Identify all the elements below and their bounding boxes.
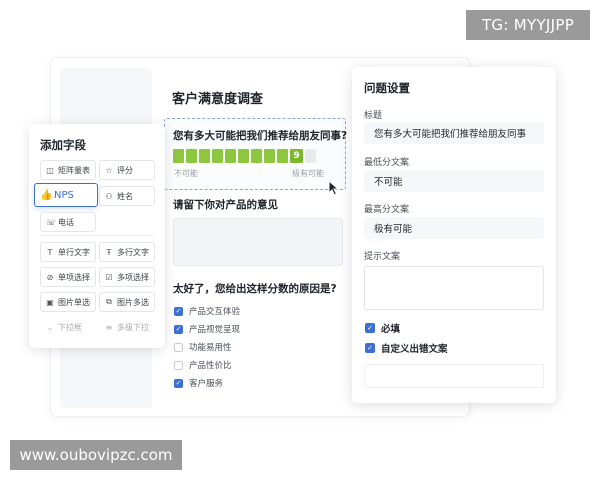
custom-error-checkbox[interactable]: ✓ 自定义出错文案 <box>365 341 448 355</box>
reason-options: ✓ 产品交互体验 ✓ 产品视觉呈现 功能易用性 产品性价比 ✓ 客户服务 <box>174 302 240 392</box>
field-cascade-button[interactable]: ≡ 多级下拉 <box>99 317 155 337</box>
add-field-title: 添加字段 <box>40 138 86 152</box>
field-nps-button[interactable]: 👍 NPS <box>34 183 98 207</box>
reason-option-label: 客户服务 <box>189 379 224 389</box>
reason-option-label: 产品交互体验 <box>189 307 241 317</box>
field-label: 多级下拉 <box>117 322 149 332</box>
reason-option-label: 产品视觉呈现 <box>189 325 241 335</box>
required-checkbox[interactable]: ✓ 必填 <box>365 321 400 335</box>
required-label: 必填 <box>381 324 401 335</box>
reason-option[interactable]: ✓ 产品视觉呈现 <box>174 320 240 338</box>
phone-icon: ☏ <box>46 217 57 227</box>
field-label: 图片多选 <box>117 297 149 307</box>
min-text-input[interactable]: 不可能 <box>364 170 544 192</box>
checkbox-unchecked-icon[interactable] <box>174 342 183 352</box>
images-icon: ⧉ <box>106 297 112 306</box>
reason-option-label: 功能易用性 <box>189 343 232 353</box>
checkbox-icon: ☑ <box>105 272 113 282</box>
field-matrix-button[interactable]: ◫ 矩阵量表 <box>40 160 96 180</box>
field-dropdown-button[interactable]: ⌄ 下拉框 <box>40 317 96 337</box>
field-multi-choice-button[interactable]: ☑ 多项选择 <box>99 267 155 287</box>
checkbox-unchecked-icon[interactable] <box>174 360 183 370</box>
nps-score-cell[interactable] <box>225 149 236 163</box>
survey-title: 客户满意度调查 <box>172 92 264 107</box>
field-rating-button[interactable]: ☆ 评分 <box>99 160 155 180</box>
nps-score-cell[interactable] <box>212 149 223 163</box>
nps-score-cell[interactable] <box>305 149 316 163</box>
feedback-question-text: 请留下你对产品的意见 <box>173 199 278 211</box>
nps-score-cell[interactable] <box>199 149 210 163</box>
field-multi-line-button[interactable]: Ŧ 多行文字 <box>99 242 155 262</box>
star-icon: ☆ <box>105 165 113 175</box>
feedback-textarea[interactable] <box>173 218 343 266</box>
person-icon: ⚇ <box>105 191 113 201</box>
nps-score-cell[interactable] <box>186 149 197 163</box>
field-label: 单项选择 <box>58 272 90 282</box>
max-text-input[interactable]: 极有可能 <box>364 217 544 239</box>
text-icon: T <box>47 247 53 257</box>
nps-scale[interactable]: 9 <box>173 149 316 163</box>
nps-selected-score[interactable]: 9 <box>290 149 303 163</box>
field-image-multi-button[interactable]: ⧉ 图片多选 <box>99 292 155 312</box>
chevron-down-icon: ⌄ <box>46 322 54 332</box>
nps-high-label: 极有可能 <box>292 169 324 178</box>
nps-score-cell[interactable] <box>277 149 288 163</box>
field-label: 多行文字 <box>117 247 149 257</box>
min-label: 最低分文案 <box>364 158 410 168</box>
checkbox-checked-icon[interactable]: ✓ <box>174 378 183 388</box>
matrix-icon: ◫ <box>46 165 54 175</box>
title-label: 标题 <box>364 111 383 121</box>
field-image-single-button[interactable]: ▣ 图片单选 <box>40 292 96 312</box>
field-label: 图片单选 <box>58 297 90 307</box>
nps-score-cell[interactable] <box>238 149 249 163</box>
field-label: 电话 <box>58 217 74 227</box>
add-field-panel <box>29 124 165 348</box>
field-label: 下拉框 <box>58 322 82 332</box>
reason-option-label: 产品性价比 <box>189 361 232 371</box>
mouse-cursor-icon <box>328 180 340 196</box>
watermark-bottom: www.oubovipzc.com <box>10 440 182 470</box>
field-label: 多项选择 <box>117 272 149 282</box>
hint-label: 提示文案 <box>364 252 401 262</box>
checkbox-checked-icon[interactable]: ✓ <box>365 323 375 333</box>
nps-question-text: 您有多大可能把我们推荐给朋友同事? <box>173 130 348 142</box>
nps-score-cell[interactable] <box>264 149 275 163</box>
checkbox-checked-icon[interactable]: ✓ <box>365 343 375 353</box>
checkbox-checked-icon[interactable]: ✓ <box>174 306 183 316</box>
field-label: 单行文字 <box>58 247 90 257</box>
field-label: 评分 <box>117 165 133 175</box>
nps-low-label: 不可能 <box>174 169 198 178</box>
radio-check-icon: ⊘ <box>46 272 54 282</box>
field-single-choice-button[interactable]: ⊘ 单项选择 <box>40 267 96 287</box>
reason-option[interactable]: 产品性价比 <box>174 356 240 374</box>
custom-error-input[interactable] <box>364 364 544 388</box>
image-icon: ▣ <box>46 297 54 307</box>
field-single-line-button[interactable]: T 单行文字 <box>40 242 96 262</box>
max-label: 最高分文案 <box>364 205 410 215</box>
custom-error-label: 自定义出错文案 <box>381 344 448 355</box>
cascade-icon: ≡ <box>105 322 113 332</box>
field-phone-button[interactable]: ☏ 电话 <box>40 212 96 232</box>
reason-question-text: 太好了，您给出这样分数的原因是? <box>173 283 337 295</box>
reason-option[interactable]: 功能易用性 <box>174 338 240 356</box>
nps-score-cell[interactable] <box>251 149 262 163</box>
hint-textarea[interactable] <box>364 266 544 310</box>
reason-option[interactable]: ✓ 产品交互体验 <box>174 302 240 320</box>
checkbox-checked-icon[interactable]: ✓ <box>174 324 183 334</box>
nps-score-cell[interactable] <box>173 149 184 163</box>
divider <box>40 235 154 236</box>
field-label: 矩阵量表 <box>58 165 90 175</box>
multiline-text-icon: Ŧ <box>106 247 112 257</box>
field-label: NPS <box>54 189 74 201</box>
settings-title: 问题设置 <box>364 81 410 95</box>
field-name-button[interactable]: ⚇ 姓名 <box>99 186 155 206</box>
field-label: 姓名 <box>117 191 133 201</box>
watermark-top: TG: MYYJJPP <box>466 10 590 40</box>
thumbs-up-icon: 👍 <box>40 189 53 201</box>
reason-option[interactable]: ✓ 客户服务 <box>174 374 240 392</box>
title-input[interactable]: 您有多大可能把我们推荐给朋友同事 <box>364 122 544 144</box>
